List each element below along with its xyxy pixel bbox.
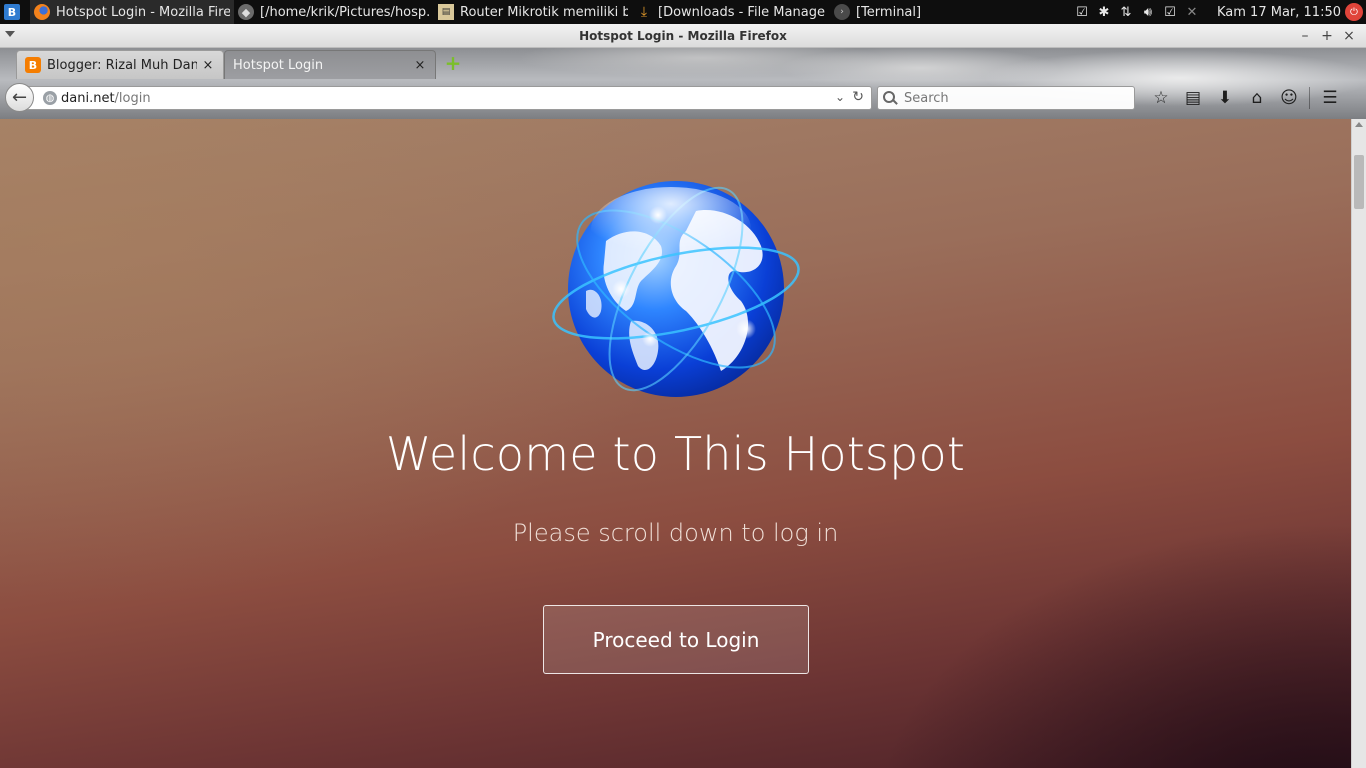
tab-close-icon[interactable]: ×	[201, 58, 215, 73]
window-titlebar: Hotspot Login - Mozilla Firefox – + ×	[0, 24, 1366, 48]
taskbar-app-title: [/home/krik/Pictures/hosp...	[260, 4, 430, 20]
tab-blogger[interactable]: B Blogger: Rizal Muh Dani... ×	[16, 50, 224, 79]
bluetooth-icon[interactable]: ✱	[1093, 0, 1115, 24]
clock[interactable]: Kam 17 Mar, 11:50	[1217, 5, 1341, 20]
bookmark-star-icon[interactable]: ☆	[1145, 84, 1177, 112]
tab-close-icon[interactable]: ×	[413, 58, 427, 73]
taskbar-app-file-manager[interactable]: ⤓ [Downloads - File Manager]	[632, 0, 830, 24]
maximize-icon[interactable]: +	[1316, 28, 1338, 44]
blogger-icon: B	[25, 57, 41, 73]
back-button[interactable]: ←	[5, 83, 34, 112]
network-transfer-icon[interactable]: ⇅	[1115, 0, 1137, 24]
power-icon[interactable]: ⏻	[1345, 3, 1363, 21]
window-controls: – + ×	[1294, 24, 1360, 48]
url-host: dani.net	[61, 90, 115, 106]
page-subtitle: Please scroll down to log in	[512, 519, 839, 547]
taskbar-app-firefox[interactable]: Hotspot Login - Mozilla Fire...	[30, 0, 234, 24]
taskbar-app-document[interactable]: ▤ Router Mikrotik memiliki ba...	[434, 0, 632, 24]
tab-label: Blogger: Rizal Muh Dani...	[47, 57, 197, 73]
system-tray: ☑ ✱ ⇅ 🔊︎ ☑ ✕ Kam 17 Mar, 11:50 ⏻	[1071, 0, 1366, 24]
browser-toolbar: B Blogger: Rizal Muh Dani... × Hotspot L…	[0, 48, 1366, 119]
toolbar-separator	[1309, 87, 1310, 109]
globe-logo	[546, 171, 806, 411]
search-icon	[882, 90, 898, 106]
new-tab-icon[interactable]: +	[444, 53, 462, 73]
download-folder-icon: ⤓	[640, 4, 648, 20]
home-icon[interactable]: ⌂	[1241, 84, 1273, 112]
search-placeholder: Search	[904, 90, 949, 106]
download-icon[interactable]: ⬇	[1209, 84, 1241, 112]
taskbar-app-title: Hotspot Login - Mozilla Fire...	[56, 4, 230, 20]
close-window-icon[interactable]: ×	[1338, 28, 1360, 44]
firefox-icon	[34, 4, 50, 20]
reading-list-icon[interactable]: ▤	[1177, 84, 1209, 112]
tab-bar: B Blogger: Rizal Muh Dani... × Hotspot L…	[0, 48, 1366, 80]
scroll-up-arrow-icon[interactable]	[1355, 122, 1363, 127]
clipboard-check-icon[interactable]: ☑	[1071, 0, 1093, 24]
taskbar-app-image-viewer[interactable]: ◆ [/home/krik/Pictures/hosp...	[234, 0, 434, 24]
app-menu-button[interactable]: B	[0, 0, 30, 24]
system-taskbar: B Hotspot Login - Mozilla Fire... ◆ [/ho…	[0, 0, 1366, 24]
tab-label: Hotspot Login	[233, 57, 324, 73]
url-bar[interactable]: ◍ dani.net/login ⌄ ↻	[22, 86, 872, 110]
page-content: Welcome to This Hotspot Please scroll do…	[0, 119, 1351, 768]
url-history-dropdown-icon[interactable]: ⌄	[835, 90, 845, 104]
toolbar-icons: ☆ ▤ ⬇ ⌂ ☺ ☰	[1145, 84, 1346, 112]
globe-icon	[552, 181, 800, 397]
smiley-feedback-icon[interactable]: ☺	[1273, 84, 1305, 112]
taskbar-app-title: [Terminal]	[856, 4, 922, 20]
proceed-to-login-button[interactable]: Proceed to Login	[543, 605, 809, 674]
taskbar-app-title: Router Mikrotik memiliki ba...	[460, 4, 628, 20]
update-check-icon[interactable]: ☑	[1159, 0, 1181, 24]
page-title: Welcome to This Hotspot	[385, 427, 966, 481]
taskbar-app-title: [Downloads - File Manager]	[658, 4, 826, 20]
app-menu-icon: B	[4, 4, 20, 20]
window-menu-arrow-icon[interactable]	[5, 31, 15, 37]
mute-icon[interactable]: ✕	[1181, 0, 1203, 24]
image-viewer-icon: ◆	[238, 4, 254, 20]
url-path: /login	[114, 90, 151, 106]
tab-hotspot-login[interactable]: Hotspot Login ×	[224, 50, 436, 79]
volume-icon[interactable]: 🔊︎	[1137, 0, 1159, 24]
hamburger-menu-icon[interactable]: ☰	[1314, 84, 1346, 112]
search-input[interactable]: Search	[877, 86, 1135, 110]
navigation-bar: ◍ dani.net/login ⌄ ↻ ← Search ☆ ▤ ⬇ ⌂ ☺ …	[0, 80, 1366, 119]
site-identity-globe-icon[interactable]: ◍	[43, 91, 57, 105]
page-scrollbar[interactable]	[1351, 119, 1366, 768]
minimize-icon[interactable]: –	[1294, 28, 1316, 44]
taskbar-app-terminal[interactable]: › [Terminal]	[830, 0, 930, 24]
reload-icon[interactable]: ↻	[852, 89, 864, 105]
terminal-icon: ›	[834, 4, 850, 20]
scrollbar-thumb[interactable]	[1354, 155, 1364, 209]
window-title: Hotspot Login - Mozilla Firefox	[579, 28, 787, 43]
document-icon: ▤	[438, 4, 454, 20]
back-arrow-icon: ←	[11, 87, 28, 108]
